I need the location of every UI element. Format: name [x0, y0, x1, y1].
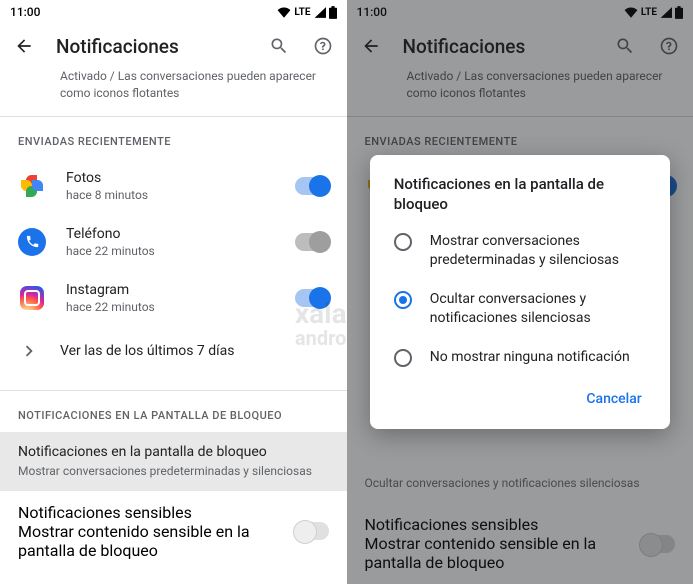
page-title: Notificaciones — [56, 35, 247, 58]
phone-icon — [25, 234, 40, 249]
screen-notifications-settings: 11:00 LTE Notificaciones Activado / Las … — [0, 0, 347, 584]
see-all-label: Ver las de los últimos 7 días — [60, 343, 234, 359]
app-name: Teléfono — [66, 226, 275, 242]
dialog-scrim[interactable]: Notificaciones en la pantalla de bloqueo… — [347, 0, 693, 584]
app-name: Instagram — [66, 282, 275, 298]
instagram-app-icon — [18, 284, 46, 312]
wifi-icon — [277, 7, 291, 18]
lockscreen-dialog: Notificaciones en la pantalla de bloqueo… — [370, 155, 670, 429]
help-button[interactable] — [311, 34, 335, 58]
status-icons: LTE — [277, 6, 336, 19]
setting-title: Notificaciones sensibles — [18, 503, 283, 522]
app-time: hace 22 minutos — [66, 300, 275, 314]
toggle-telefono[interactable] — [295, 233, 329, 251]
recent-app-fotos[interactable]: Fotos hace 8 minutos — [0, 158, 347, 214]
status-bar: 11:00 LTE — [0, 0, 347, 24]
clock: 11:00 — [10, 5, 40, 19]
setting-title: Notificaciones en la pantalla de bloqueo — [18, 444, 329, 460]
app-bar: Notificaciones — [0, 24, 347, 68]
back-button[interactable] — [12, 34, 36, 58]
help-icon — [313, 36, 333, 56]
cancel-button[interactable]: Cancelar — [576, 383, 651, 415]
dialog-option-none[interactable]: No mostrar ninguna notificación — [374, 338, 666, 377]
phone-app-icon — [18, 228, 46, 256]
dialog-actions: Cancelar — [374, 377, 666, 421]
signal-icon — [314, 7, 326, 18]
bubbles-subtext: Activado / Las conversaciones pueden apa… — [0, 68, 347, 102]
lockscreen-notifications-row[interactable]: Notificaciones en la pantalla de bloqueo… — [0, 432, 347, 491]
recent-app-telefono[interactable]: Teléfono hace 22 minutos — [0, 214, 347, 270]
screen-notifications-dialog: 11:00 LTE Notificaciones Activado / Las … — [347, 0, 693, 584]
option-label: No mostrar ninguna notificación — [430, 348, 630, 367]
radio-icon — [394, 291, 412, 309]
sensitive-notifications-row[interactable]: Notificaciones sensibles Mostrar conteni… — [0, 491, 347, 572]
dialog-option-show-all[interactable]: Mostrar conversaciones predeterminadas y… — [374, 222, 666, 280]
photos-app-icon — [18, 172, 46, 200]
arrow-back-icon — [14, 36, 34, 56]
option-label: Mostrar conversaciones predeterminadas y… — [430, 232, 646, 270]
dialog-title: Notificaciones en la pantalla de bloqueo — [374, 175, 666, 222]
chevron-right-icon — [18, 340, 40, 362]
toggle-instagram[interactable] — [295, 289, 329, 307]
battery-icon — [329, 6, 337, 19]
setting-subtitle: Mostrar contenido sensible en la pantall… — [18, 522, 283, 560]
section-recent-title: ENVIADAS RECIENTEMENTE — [0, 117, 347, 158]
recent-app-instagram[interactable]: Instagram hace 22 minutos — [0, 270, 347, 326]
section-lockscreen-title: NOTIFICACIONES EN LA PANTALLA DE BLOQUEO — [0, 391, 347, 432]
toggle-sensitive[interactable] — [295, 522, 329, 540]
search-icon — [269, 36, 289, 56]
app-time: hace 8 minutos — [66, 188, 275, 202]
search-button[interactable] — [267, 34, 291, 58]
dialog-option-hide-silent[interactable]: Ocultar conversaciones y notificaciones … — [374, 280, 666, 338]
toggle-fotos[interactable] — [295, 177, 329, 195]
option-label: Ocultar conversaciones y notificaciones … — [430, 290, 646, 328]
see-all-row[interactable]: Ver las de los últimos 7 días — [0, 326, 347, 376]
radio-icon — [394, 233, 412, 251]
radio-icon — [394, 349, 412, 367]
setting-value: Mostrar conversaciones predeterminadas y… — [18, 463, 329, 479]
app-time: hace 22 minutos — [66, 244, 275, 258]
app-name: Fotos — [66, 170, 275, 186]
network-label: LTE — [294, 7, 310, 18]
